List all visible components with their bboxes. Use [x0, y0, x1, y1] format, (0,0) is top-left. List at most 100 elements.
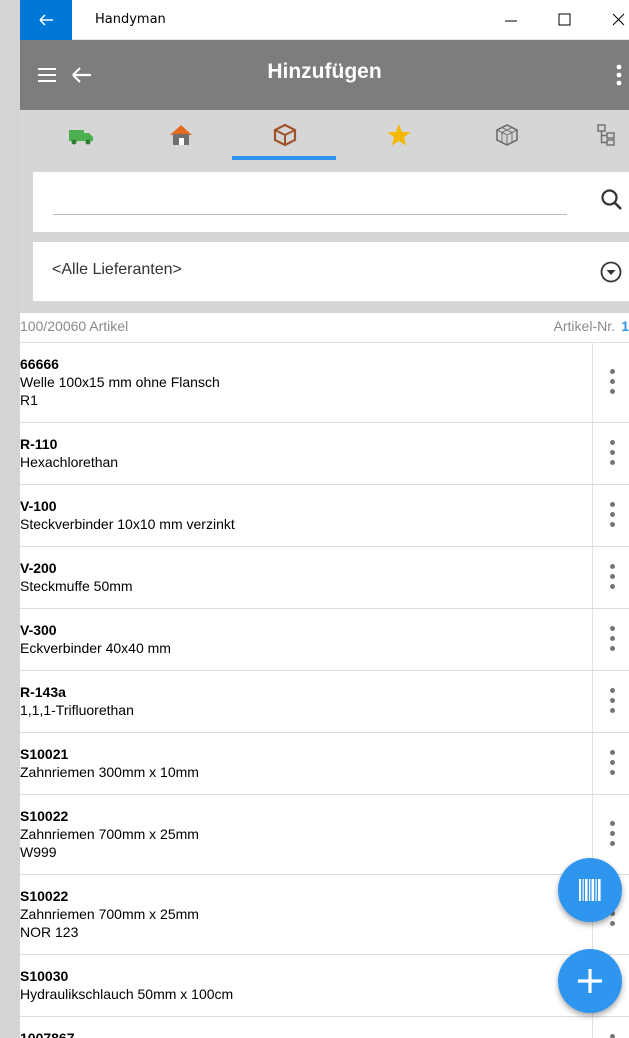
- search-input[interactable]: [53, 182, 567, 212]
- article-number: 66666: [20, 356, 59, 372]
- list-item[interactable]: 1007867: [20, 1017, 629, 1038]
- app-bar: Hinzufügen: [20, 40, 629, 110]
- search-underline: [53, 214, 567, 215]
- article-extra: R1: [20, 392, 38, 408]
- tab-structure[interactable]: [566, 110, 629, 163]
- article-description: Eckverbinder 40x40 mm: [20, 640, 171, 656]
- maximize-icon: [558, 13, 571, 26]
- article-count: 100/20060 Artikel: [20, 318, 129, 334]
- page-title: Hinzufügen: [267, 60, 382, 83]
- list-item[interactable]: 66666 Welle 100x15 mm ohne Flansch R1: [20, 343, 629, 423]
- more-options-button[interactable]: [610, 62, 628, 90]
- row-menu-button[interactable]: [593, 733, 629, 794]
- barcode-icon: [579, 879, 601, 901]
- list-item-text: S10021 Zahnriemen 300mm x 10mm: [20, 733, 629, 781]
- scan-barcode-button[interactable]: [558, 858, 622, 922]
- more-vertical-icon: [610, 501, 616, 530]
- search-icon: [601, 189, 622, 210]
- list-item[interactable]: V-100 Steckverbinder 10x10 mm verzinkt: [20, 485, 629, 547]
- more-vertical-icon: [616, 64, 622, 86]
- article-number: S10021: [20, 746, 69, 762]
- list-header: 100/20060 Artikel Artikel-Nr. 1: [20, 313, 629, 343]
- dropdown-button[interactable]: [599, 260, 623, 288]
- more-vertical-icon: [610, 439, 616, 468]
- search-card: [33, 172, 629, 232]
- row-menu-button[interactable]: [593, 343, 629, 422]
- article-number: S10022: [20, 888, 69, 904]
- article-number: V-200: [20, 560, 57, 576]
- tab-home[interactable]: [140, 110, 220, 163]
- supplier-filter[interactable]: <Alle Lieferanten>: [33, 242, 629, 301]
- article-number: V-300: [20, 622, 57, 638]
- minimize-icon: [505, 20, 517, 22]
- window-titlebar: Handyman: [20, 0, 629, 40]
- list-item[interactable]: S10030 Hydraulikschlauch 50mm x 100cm: [20, 955, 629, 1017]
- more-vertical-icon: [610, 625, 616, 654]
- plus-icon: [578, 969, 602, 993]
- article-list: 66666 Welle 100x15 mm ohne Flansch R1 R-110…: [20, 343, 629, 1038]
- list-item-text: S10022 Zahnriemen 700mm x 25mm NOR 123: [20, 875, 629, 941]
- list-item[interactable]: V-200 Steckmuffe 50mm: [20, 547, 629, 609]
- list-item[interactable]: R-143a 1,1,1-Trifluorethan: [20, 671, 629, 733]
- more-vertical-icon: [610, 1033, 616, 1038]
- more-vertical-icon: [610, 687, 616, 716]
- cube-icon: [496, 124, 518, 146]
- tab-inventory[interactable]: [466, 110, 546, 163]
- article-description: Zahnriemen 700mm x 25mm: [20, 826, 199, 842]
- list-item[interactable]: S10022 Zahnriemen 700mm x 25mm NOR 123: [20, 875, 629, 955]
- row-menu-button[interactable]: [593, 671, 629, 732]
- close-button[interactable]: [595, 0, 629, 40]
- sort-field[interactable]: Artikel-Nr.: [554, 318, 615, 334]
- article-description: Steckverbinder 10x10 mm verzinkt: [20, 516, 235, 532]
- supplier-filter-label: <Alle Lieferanten>: [52, 261, 182, 278]
- article-number: R-110: [20, 436, 58, 452]
- tab-favorites[interactable]: [358, 110, 438, 163]
- row-menu-button[interactable]: [593, 609, 629, 670]
- list-item[interactable]: S10021 Zahnriemen 300mm x 10mm: [20, 733, 629, 795]
- minimize-button[interactable]: [488, 0, 534, 40]
- list-item-text: V-100 Steckverbinder 10x10 mm verzinkt: [20, 485, 629, 533]
- app-window: Handyman Hinzufügen <Alle Lieferanten> 1…: [20, 0, 629, 1038]
- row-menu-button[interactable]: [593, 423, 629, 484]
- article-number: S10022: [20, 808, 69, 824]
- maximize-button[interactable]: [542, 0, 588, 40]
- more-vertical-icon: [610, 749, 616, 778]
- list-item-text: R-110 Hexachlorethan: [20, 423, 629, 471]
- tab-suppliers[interactable]: [40, 110, 120, 163]
- package-icon: [273, 123, 297, 147]
- sort-direction[interactable]: 1: [621, 318, 629, 334]
- list-item-text: 66666 Welle 100x15 mm ohne Flansch R1: [20, 343, 629, 409]
- close-icon: [612, 13, 625, 26]
- active-tab-indicator: [232, 156, 336, 160]
- star-icon: [387, 124, 411, 146]
- article-number: R-143a: [20, 684, 66, 700]
- list-item-text: V-300 Eckverbinder 40x40 mm: [20, 609, 629, 657]
- article-number: V-100: [20, 498, 57, 514]
- list-item[interactable]: R-110 Hexachlorethan: [20, 423, 629, 485]
- article-description: Welle 100x15 mm ohne Flansch: [20, 374, 220, 390]
- add-button[interactable]: [558, 949, 622, 1013]
- list-item-text: 1007867: [20, 1017, 629, 1038]
- article-number: S10030: [20, 968, 69, 984]
- row-menu-button[interactable]: [593, 547, 629, 608]
- article-description: Zahnriemen 300mm x 10mm: [20, 764, 199, 780]
- article-description: Hexachlorethan: [20, 454, 119, 470]
- window-back-button[interactable]: [20, 0, 72, 40]
- list-item-text: S10030 Hydraulikschlauch 50mm x 100cm: [20, 955, 629, 1003]
- arrow-left-icon: [39, 14, 53, 26]
- search-button[interactable]: [599, 187, 625, 217]
- article-extra: NOR 123: [20, 924, 79, 940]
- list-item[interactable]: S10022 Zahnriemen 700mm x 25mm W999: [20, 795, 629, 875]
- home-icon: [170, 125, 192, 145]
- list-item[interactable]: V-300 Eckverbinder 40x40 mm: [20, 609, 629, 671]
- list-item-text: R-143a 1,1,1-Trifluorethan: [20, 671, 629, 719]
- article-description: Hydraulikschlauch 50mm x 100cm: [20, 986, 234, 1002]
- row-menu-button[interactable]: [593, 485, 629, 546]
- window-title: Handyman: [95, 12, 166, 27]
- tree-icon: [597, 124, 615, 146]
- more-vertical-icon: [610, 820, 616, 849]
- row-menu-button[interactable]: [593, 1017, 629, 1038]
- article-extra: W999: [20, 844, 57, 860]
- list-item-text: S10022 Zahnriemen 700mm x 25mm W999: [20, 795, 629, 861]
- more-vertical-icon: [610, 368, 616, 397]
